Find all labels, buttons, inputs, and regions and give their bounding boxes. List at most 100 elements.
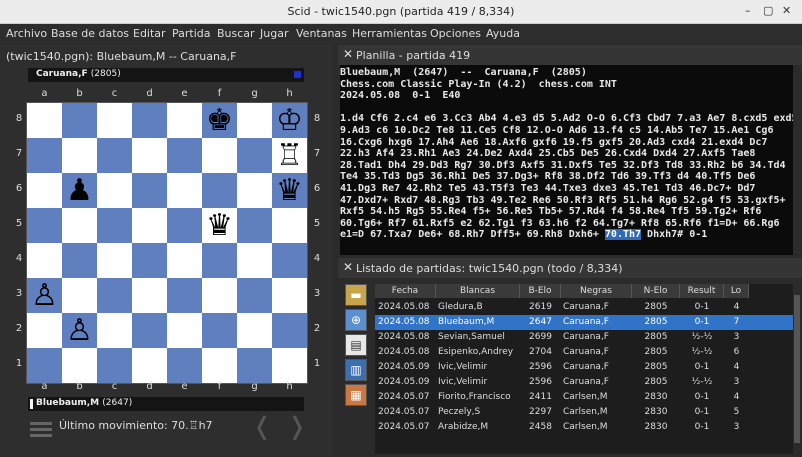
table-row[interactable]: 2024.05.07 Peczely,S 2297 Carlsen,M 2830 0-1 5 xyxy=(375,405,793,420)
square-f7[interactable] xyxy=(202,138,237,173)
square-c8[interactable] xyxy=(97,103,132,138)
square-d5[interactable] xyxy=(132,208,167,243)
table-row[interactable]: 2024.05.07 Arabidze,M 2458 Carlsen,M 2830 0-1… xyxy=(375,420,793,435)
square-g6[interactable] xyxy=(237,173,272,208)
table-row[interactable]: 2024.05.08 Bluebaum,M 2647 Caruana,F 2805 0-1… xyxy=(375,315,793,330)
square-a7[interactable] xyxy=(27,138,62,173)
square-g8[interactable] xyxy=(237,103,272,138)
square-c6[interactable] xyxy=(97,173,132,208)
menu-partida[interactable]: Partida xyxy=(172,27,211,40)
square-g4[interactable] xyxy=(237,243,272,278)
zoom-icon[interactable]: ⊕ xyxy=(345,309,367,331)
square-b5[interactable] xyxy=(62,208,97,243)
square-b1[interactable] xyxy=(62,348,97,383)
close-icon[interactable]: ✕ xyxy=(343,260,353,274)
white-rook-icon[interactable]: ♖ xyxy=(272,138,307,173)
square-d6[interactable] xyxy=(132,173,167,208)
square-e5[interactable] xyxy=(167,208,202,243)
close-icon[interactable]: ✕ xyxy=(343,47,353,61)
col-b-elo-header[interactable]: B-Elo xyxy=(520,284,561,298)
minimize-button[interactable]: – xyxy=(745,4,751,17)
col-negras-header[interactable]: Negras xyxy=(561,284,632,298)
square-a6[interactable] xyxy=(27,173,62,208)
menu-base-de-datos[interactable]: Base de datos xyxy=(51,27,129,40)
col-blancas-header[interactable]: Blancas xyxy=(436,284,520,298)
menu-herramientas[interactable]: Herramientas xyxy=(352,27,427,40)
square-d1[interactable] xyxy=(132,348,167,383)
menu-buscar[interactable]: Buscar xyxy=(217,27,255,40)
square-a5[interactable] xyxy=(27,208,62,243)
menu-ayuda[interactable]: Ayuda xyxy=(486,27,520,40)
current-move[interactable]: 70.Th7 xyxy=(604,229,642,241)
square-c2[interactable] xyxy=(97,313,132,348)
scrollbar-thumb[interactable] xyxy=(794,295,800,443)
black-pawn-icon[interactable]: ♟ xyxy=(62,173,97,208)
square-c4[interactable] xyxy=(97,243,132,278)
square-e4[interactable] xyxy=(167,243,202,278)
square-e1[interactable] xyxy=(167,348,202,383)
square-e8[interactable] xyxy=(167,103,202,138)
square-c7[interactable] xyxy=(97,138,132,173)
square-a1[interactable] xyxy=(27,348,62,383)
menu-jugar[interactable]: Jugar xyxy=(260,27,288,40)
menu-opciones[interactable]: Opciones xyxy=(430,27,481,40)
square-b7[interactable] xyxy=(62,138,97,173)
menu-ventanas[interactable]: Ventanas xyxy=(296,27,347,40)
square-e2[interactable] xyxy=(167,313,202,348)
square-f2[interactable] xyxy=(202,313,237,348)
maximize-button[interactable]: ▢ xyxy=(763,4,773,17)
square-g7[interactable] xyxy=(237,138,272,173)
square-d8[interactable] xyxy=(132,103,167,138)
black-queen-icon[interactable]: ♛ xyxy=(272,173,307,208)
square-b8[interactable] xyxy=(62,103,97,138)
table-row[interactable]: 2024.05.09 Ivic,Velimir 2596 Caruana,F 2805 ½… xyxy=(375,375,793,390)
board-menu-icon[interactable] xyxy=(30,422,52,440)
black-queen-icon[interactable]: ♛ xyxy=(202,208,237,243)
menu-archivo[interactable]: Archivo xyxy=(6,27,47,40)
square-d2[interactable] xyxy=(132,313,167,348)
white-pawn-icon[interactable]: ♙ xyxy=(27,278,62,313)
table-row[interactable]: 2024.05.08 Gledura,B 2619 Caruana,F 2805 0-1 4 xyxy=(375,300,793,315)
table-row[interactable]: 2024.05.08 Esipenko,Andrey 2704 Caruana,F 28… xyxy=(375,345,793,360)
square-h2[interactable] xyxy=(272,313,307,348)
square-h3[interactable] xyxy=(272,278,307,313)
square-a8[interactable] xyxy=(27,103,62,138)
square-c1[interactable] xyxy=(97,348,132,383)
square-e3[interactable] xyxy=(167,278,202,313)
next-move-button[interactable]: ❭ xyxy=(287,412,307,440)
square-f4[interactable] xyxy=(202,243,237,278)
square-a2[interactable] xyxy=(27,313,62,348)
square-d7[interactable] xyxy=(132,138,167,173)
col-n-elo-header[interactable]: N-Elo xyxy=(632,284,680,298)
vertical-scrollbar[interactable] xyxy=(793,284,801,454)
square-f1[interactable] xyxy=(202,348,237,383)
col-lo-header[interactable]: Lo xyxy=(724,284,749,298)
square-h5[interactable] xyxy=(272,208,307,243)
close-window-button[interactable]: ✕ xyxy=(782,4,791,17)
board-icon[interactable]: ▦ xyxy=(345,384,367,406)
square-e6[interactable] xyxy=(167,173,202,208)
table-row[interactable]: 2024.05.09 Ivic,Velimir 2596 Caruana,F 2805 0… xyxy=(375,360,793,375)
square-f3[interactable] xyxy=(202,278,237,313)
square-c5[interactable] xyxy=(97,208,132,243)
white-king-icon[interactable]: ♔ xyxy=(272,103,307,138)
square-c3[interactable] xyxy=(97,278,132,313)
square-a4[interactable] xyxy=(27,243,62,278)
table-icon[interactable]: ▤ xyxy=(345,334,367,356)
menu-editar[interactable]: Editar xyxy=(133,27,166,40)
col-fecha-header[interactable]: Fecha xyxy=(375,284,436,298)
black-king-icon[interactable]: ♚ xyxy=(202,103,237,138)
square-h1[interactable] xyxy=(272,348,307,383)
previous-move-button[interactable]: ❬ xyxy=(252,412,272,440)
square-g2[interactable] xyxy=(237,313,272,348)
chart-icon[interactable]: ▥ xyxy=(345,359,367,381)
square-f6[interactable] xyxy=(202,173,237,208)
book-icon[interactable]: ▬ xyxy=(345,284,367,306)
square-d4[interactable] xyxy=(132,243,167,278)
square-e7[interactable] xyxy=(167,138,202,173)
square-g5[interactable] xyxy=(237,208,272,243)
table-row[interactable]: 2024.05.07 Fiorito,Francisco 2411 Carlsen,M… xyxy=(375,390,793,405)
chess-board[interactable]: ♚ ♔ ♖ ♛ ♟ ♛ ♙ ♙ xyxy=(26,102,308,384)
square-d3[interactable] xyxy=(132,278,167,313)
pgn-text[interactable]: Bluebaum,M (2647) -- Caruana,F (2805) Che… xyxy=(340,65,793,255)
